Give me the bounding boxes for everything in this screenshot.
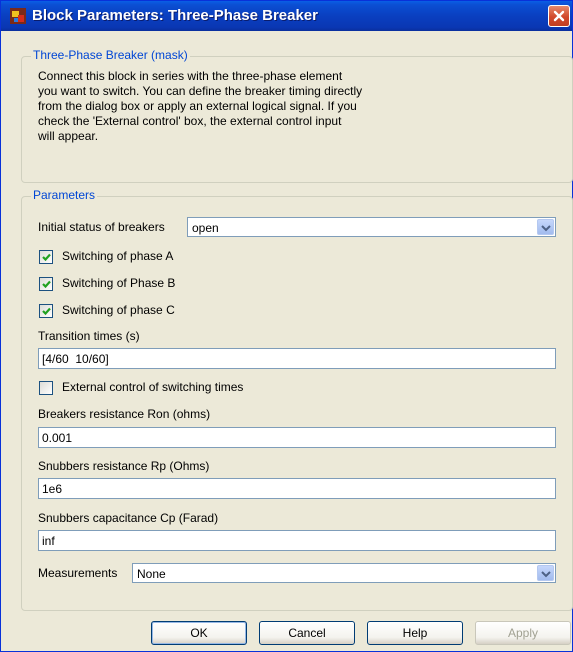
checkmark-icon [42,253,51,262]
initial-status-value: open [192,221,219,235]
ron-label: Breakers resistance Ron (ohms) [38,407,211,421]
chevron-down-icon[interactable] [537,219,554,235]
external-control-checkbox[interactable] [39,381,53,395]
dialog-window: Block Parameters: Three-Phase Breaker Th… [0,0,573,652]
external-control-label: External control of switching times [62,380,244,394]
description-line: you want to switch. You can define the b… [38,84,363,98]
mask-description: Connect this block in series with the th… [38,69,508,144]
phase-c-checkbox[interactable] [39,304,53,318]
apply-button[interactable]: Apply [475,621,571,645]
measurements-label: Measurements [38,566,118,580]
description-line: from the dialog box or apply an external… [38,99,357,113]
ok-button[interactable]: OK [151,621,247,645]
transition-times-input[interactable] [38,348,556,369]
window-title: Block Parameters: Three-Phase Breaker [32,7,318,24]
phase-c-label: Switching of phase C [62,303,175,317]
measurements-select[interactable]: None [132,563,556,583]
initial-status-select[interactable]: open [187,217,556,237]
cancel-button[interactable]: Cancel [259,621,355,645]
description-line: Connect this block in series with the th… [38,69,343,83]
rp-label: Snubbers resistance Rp (Ohms) [38,459,210,473]
cp-input[interactable] [38,530,556,551]
simulink-block-icon [10,8,26,24]
close-button[interactable] [548,5,570,27]
phase-a-label: Switching of phase A [62,249,174,263]
initial-status-label: Initial status of breakers [38,220,165,234]
phase-a-checkbox[interactable] [39,250,53,264]
parameters-legend: Parameters [31,188,98,202]
cp-label: Snubbers capacitance Cp (Farad) [38,511,219,525]
mask-legend: Three-Phase Breaker (mask) [31,48,190,62]
close-icon [553,10,565,22]
chevron-down-icon[interactable] [537,565,554,581]
phase-b-label: Switching of Phase B [62,276,176,290]
measurements-value: None [137,567,166,581]
ron-input[interactable] [38,427,556,448]
checkmark-icon [42,307,51,316]
help-button[interactable]: Help [367,621,463,645]
description-line: will appear. [38,129,99,143]
rp-input[interactable] [38,478,556,499]
checkmark-icon [42,280,51,289]
description-line: check the 'External control' box, the ex… [38,114,342,128]
transition-times-label: Transition times (s) [38,329,140,343]
title-bar[interactable]: Block Parameters: Three-Phase Breaker [1,1,572,31]
phase-b-checkbox[interactable] [39,277,53,291]
